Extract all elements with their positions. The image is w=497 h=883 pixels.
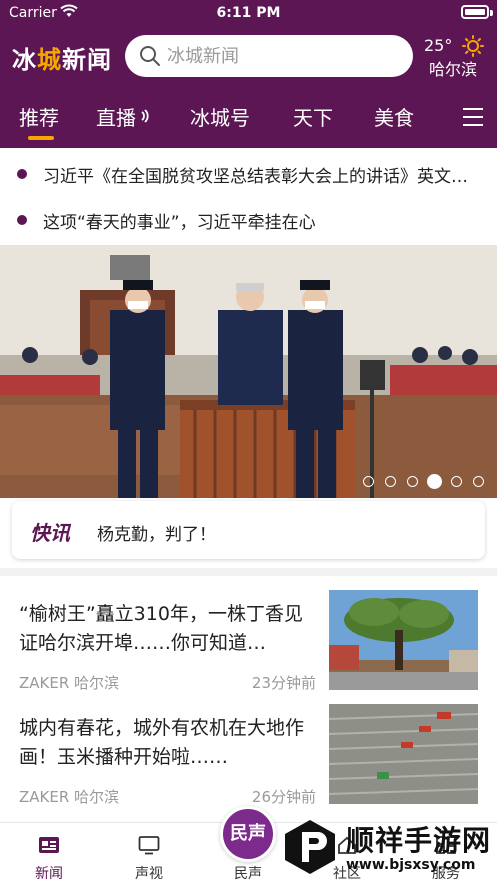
app-logo: 冰城新闻 xyxy=(12,46,112,74)
clock: 6:11 PM xyxy=(216,5,281,21)
flash-news[interactable]: 快讯 杨克勤，判了！ xyxy=(12,501,485,559)
live-icon xyxy=(140,104,150,128)
carousel-dot[interactable] xyxy=(385,476,396,487)
tab-news-label: 新闻 xyxy=(35,866,63,882)
tab-live[interactable]: 直播 xyxy=(96,102,150,131)
tab-video-label: 声视 xyxy=(135,866,163,882)
flash-label: 快讯 xyxy=(30,521,70,545)
tab-recommend[interactable]: 推荐 xyxy=(19,102,59,131)
search-icon xyxy=(139,45,161,71)
flash-text: 杨克勤，判了！ xyxy=(97,525,216,545)
banner-image xyxy=(0,245,497,498)
news-title: 城内有春花，城外有农机在大地作画！玉米播种开始啦…… xyxy=(19,717,305,768)
channel-tabs: 推荐 直播 冰城号 天下 美食 xyxy=(0,88,497,148)
headline-text: 这项“春天的事业”，习近平牵挂在心 xyxy=(43,213,316,233)
news-title: “榆树王”矗立310年，一株丁香见证哈尔滨开埠……你可知道… xyxy=(19,603,303,654)
tv-icon xyxy=(138,835,160,855)
app-header: 冰城新闻 25° 哈尔滨 xyxy=(0,26,497,88)
news-source: ZAKER 哈尔滨 xyxy=(19,674,120,692)
city-name: 哈尔滨 xyxy=(429,60,478,79)
news-item[interactable]: “榆树王”矗立310年，一株丁香见证哈尔滨开埠……你可知道… ZAKER 哈尔滨… xyxy=(0,588,497,708)
headline-item[interactable]: 习近平《在全国脱贫攻坚总结表彰大会上的讲话》英文单行本出版发行 xyxy=(0,150,497,198)
battery-tip xyxy=(490,10,493,16)
bullet-dot xyxy=(17,169,27,179)
bullet-dot xyxy=(17,215,27,225)
watermark-url: www.bjsxsy.com xyxy=(346,857,476,873)
search-input[interactable] xyxy=(167,43,397,69)
battery-icon xyxy=(461,5,489,19)
carousel-dot-active[interactable] xyxy=(427,474,442,489)
headline-text: 习近平《在全国脱贫攻坚总结表彰大会上的讲话》英文单行本出版发行 xyxy=(43,167,483,187)
news-thumbnail xyxy=(329,704,478,804)
news-time: 23分钟前 xyxy=(251,674,316,692)
search-box[interactable] xyxy=(125,35,413,77)
news-item[interactable]: 城内有春花，城外有农机在大地作画！玉米播种开始啦…… ZAKER 哈尔滨 26分… xyxy=(0,702,497,822)
news-thumbnail xyxy=(329,590,478,690)
temperature: 25° xyxy=(424,36,453,55)
headline-item[interactable]: 这项“春天的事业”，习近平牵挂在心 xyxy=(0,196,497,244)
status-bar: Carrier 6:11 PM xyxy=(0,0,497,26)
carousel-dot[interactable] xyxy=(407,476,418,487)
section-divider xyxy=(0,568,497,576)
watermark-name: 顺祥手游网 xyxy=(346,824,492,857)
minsheng-center-button[interactable]: 民声 xyxy=(220,806,276,862)
news-icon xyxy=(38,835,60,855)
tab-video[interactable]: 声视 xyxy=(109,823,189,883)
carousel-dot[interactable] xyxy=(451,476,462,487)
tab-food[interactable]: 美食 xyxy=(374,102,414,131)
watermark: 顺祥手游网 www.bjsxsy.com xyxy=(282,816,494,880)
news-source: ZAKER 哈尔滨 xyxy=(19,788,120,806)
tab-world[interactable]: 天下 xyxy=(293,102,333,131)
tab-news[interactable]: 新闻 xyxy=(9,823,89,883)
carousel-dot[interactable] xyxy=(363,476,374,487)
menu-icon[interactable] xyxy=(463,108,483,126)
news-time: 26分钟前 xyxy=(251,788,316,806)
active-tab-indicator xyxy=(28,136,54,140)
banner-carousel[interactable] xyxy=(0,245,497,498)
watermark-logo-icon xyxy=(282,818,338,880)
carousel-dot[interactable] xyxy=(473,476,484,487)
tab-minsheng-label: 民声 xyxy=(234,866,262,882)
tab-bingcheng-hao[interactable]: 冰城号 xyxy=(190,102,250,131)
